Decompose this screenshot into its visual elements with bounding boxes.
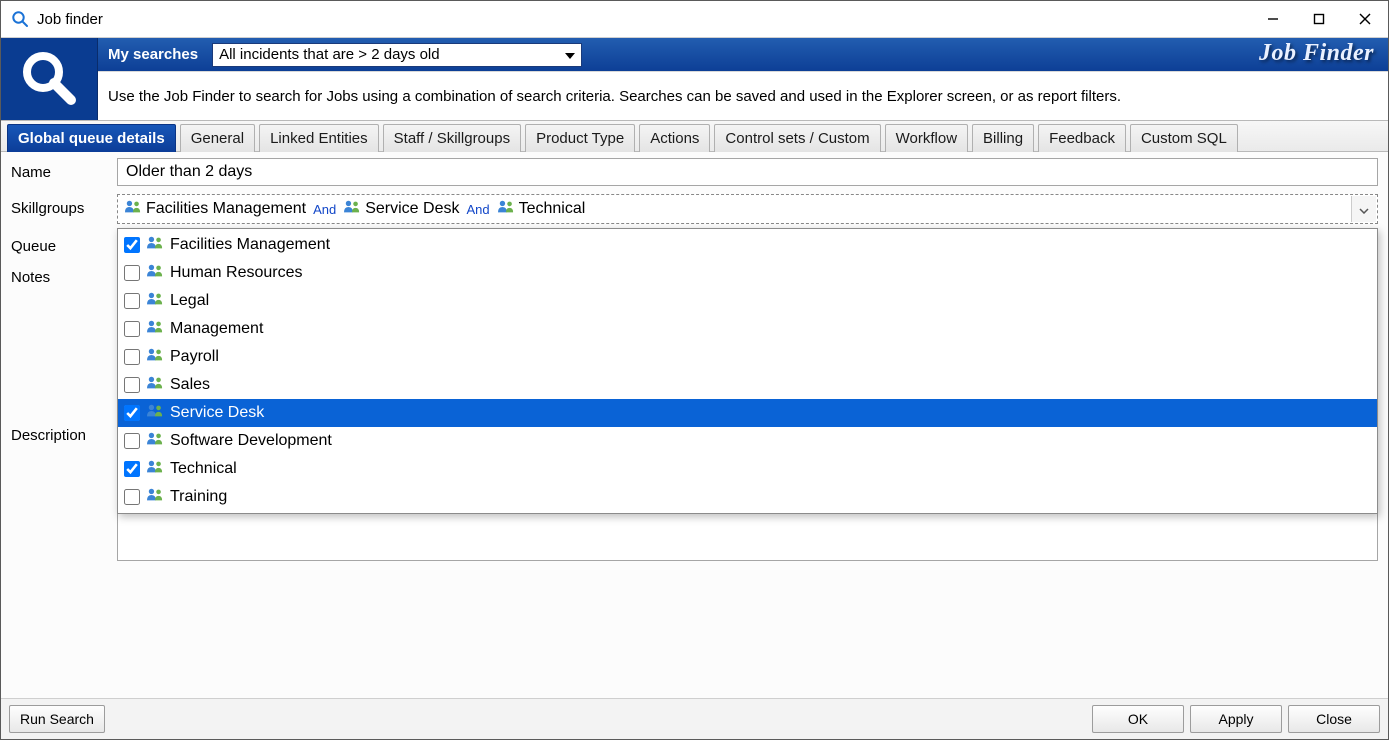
skillgroup-option[interactable]: Service Desk (118, 399, 1377, 427)
window-minimize-button[interactable] (1250, 1, 1296, 37)
window-maximize-button[interactable] (1296, 1, 1342, 37)
my-searches-value: All incidents that are > 2 days old (219, 46, 440, 63)
skillgroup-option[interactable]: Payroll (118, 343, 1377, 371)
group-icon (146, 431, 164, 452)
ok-button[interactable]: OK (1092, 705, 1184, 733)
tab-workflow[interactable]: Workflow (885, 124, 968, 152)
skillgroup-checkbox[interactable] (124, 489, 140, 505)
skillgroup-option[interactable]: Management (118, 315, 1377, 343)
name-label: Name (11, 158, 117, 181)
notes-label: Notes (11, 263, 117, 286)
skillgroup-checkbox[interactable] (124, 265, 140, 281)
tab-product-type[interactable]: Product Type (525, 124, 635, 152)
skillgroup-option-label: Management (170, 320, 263, 338)
skillgroup-option-label: Facilities Management (170, 236, 330, 254)
footer-bar: Run Search OK Apply Close (1, 698, 1388, 739)
group-icon (146, 403, 164, 424)
skillgroup-checkbox[interactable] (124, 461, 140, 477)
tab-billing[interactable]: Billing (972, 124, 1034, 152)
group-icon (146, 487, 164, 508)
group-icon (497, 199, 515, 220)
header-description: Use the Job Finder to search for Jobs us… (98, 71, 1388, 120)
and-separator: And (313, 202, 336, 217)
header-logo-box (1, 38, 98, 120)
group-icon (124, 199, 142, 220)
skillgroup-checkbox[interactable] (124, 377, 140, 393)
tab-general[interactable]: General (180, 124, 255, 152)
form-area: Name Skillgroups Facilities Management An… (1, 152, 1388, 698)
skillgroup-checkbox[interactable] (124, 349, 140, 365)
brand-title: Job Finder (1259, 40, 1374, 67)
chevron-down-icon (1359, 201, 1369, 217)
name-input[interactable] (117, 158, 1378, 186)
tab-control-sets-custom[interactable]: Control sets / Custom (714, 124, 880, 152)
skillgroup-checkbox[interactable] (124, 293, 140, 309)
tab-actions[interactable]: Actions (639, 124, 710, 152)
magnifier-icon (19, 48, 79, 111)
skillgroup-chip: Service Desk (343, 199, 459, 220)
description-label: Description (11, 421, 117, 444)
skillgroup-option-label: Legal (170, 292, 209, 310)
skillgroup-option[interactable]: Legal (118, 287, 1377, 315)
skillgroup-chip: Technical (497, 199, 586, 220)
skillgroups-input[interactable]: Facilities Management And Service Desk And T… (117, 194, 1378, 224)
skillgroup-option-label: Training (170, 488, 227, 506)
tab-linked-entities[interactable]: Linked Entities (259, 124, 379, 152)
window-titlebar: Job finder (1, 1, 1388, 38)
skillgroups-label: Skillgroups (11, 194, 117, 217)
group-icon (146, 319, 164, 340)
close-button[interactable]: Close (1288, 705, 1380, 733)
skillgroup-checkbox[interactable] (124, 321, 140, 337)
skillgroup-checkbox[interactable] (124, 433, 140, 449)
chevron-down-icon (565, 46, 575, 63)
group-icon (146, 347, 164, 368)
skillgroup-option[interactable]: Facilities Management (118, 231, 1377, 259)
skillgroup-option-label: Human Resources (170, 264, 303, 282)
skillgroup-checkbox[interactable] (124, 405, 140, 421)
group-icon (343, 199, 361, 220)
group-icon (146, 291, 164, 312)
group-icon (146, 459, 164, 480)
skillgroup-chip: Facilities Management (124, 199, 306, 220)
window-title: Job finder (37, 11, 103, 28)
skillgroup-option[interactable]: Human Resources (118, 259, 1377, 287)
search-icon (11, 10, 29, 28)
skillgroup-option[interactable]: Sales (118, 371, 1377, 399)
skillgroups-dropdown-toggle[interactable] (1351, 196, 1376, 222)
my-searches-label: My searches (108, 46, 198, 63)
skillgroup-option-label: Payroll (170, 348, 219, 366)
skillgroups-options-list[interactable]: Facilities Management Human Resources Lega… (117, 228, 1378, 514)
group-icon (146, 263, 164, 284)
header-ribbon: My searches All incidents that are > 2 d… (1, 38, 1388, 120)
skillgroup-checkbox[interactable] (124, 237, 140, 253)
and-separator: And (466, 202, 489, 217)
tab-strip: Global queue detailsGeneralLinked Entiti… (1, 120, 1388, 152)
apply-button[interactable]: Apply (1190, 705, 1282, 733)
run-search-button[interactable]: Run Search (9, 705, 105, 733)
tab-feedback[interactable]: Feedback (1038, 124, 1126, 152)
skillgroup-option[interactable]: Software Development (118, 427, 1377, 455)
skillgroup-option-label: Sales (170, 376, 210, 394)
tab-custom-sql[interactable]: Custom SQL (1130, 124, 1238, 152)
queue-label: Queue (11, 232, 117, 255)
tab-global-queue-details[interactable]: Global queue details (7, 124, 176, 152)
tab-staff-skillgroups[interactable]: Staff / Skillgroups (383, 124, 521, 152)
group-icon (146, 375, 164, 396)
skillgroup-option-label: Service Desk (170, 404, 264, 422)
window-close-button[interactable] (1342, 1, 1388, 37)
skillgroup-option[interactable]: Training (118, 483, 1377, 511)
skillgroup-option-label: Software Development (170, 432, 332, 450)
my-searches-dropdown[interactable]: All incidents that are > 2 days old (212, 43, 582, 67)
skillgroup-option[interactable]: Technical (118, 455, 1377, 483)
skillgroup-option-label: Technical (170, 460, 237, 478)
header-top-row: My searches All incidents that are > 2 d… (98, 38, 1388, 71)
group-icon (146, 235, 164, 256)
